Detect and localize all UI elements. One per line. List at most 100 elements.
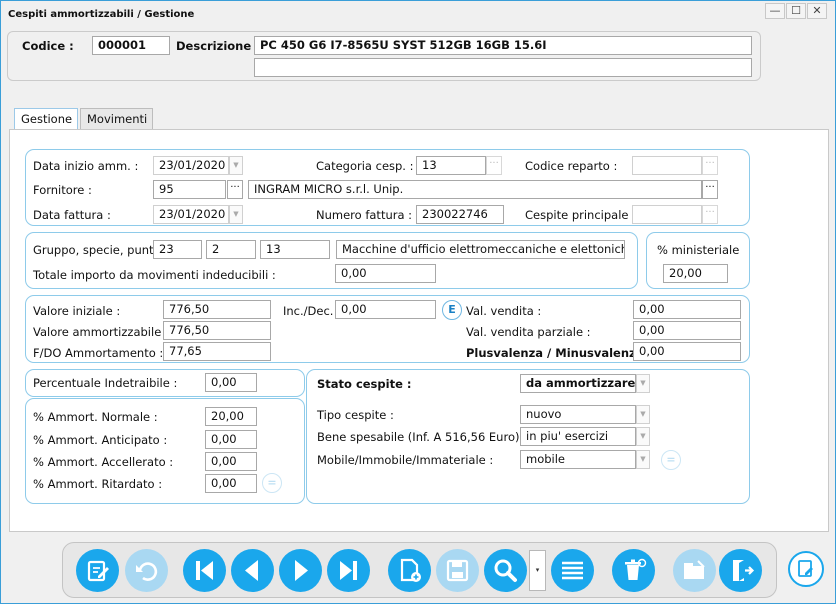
archive-button[interactable] <box>673 549 716 592</box>
last-icon <box>340 561 357 580</box>
descrizione-input-2[interactable] <box>254 58 752 77</box>
inc-dec-label: Inc./Dec. <box>283 304 334 318</box>
cespite-principale-input[interactable] <box>632 205 702 224</box>
archive-icon <box>684 560 705 579</box>
calendar-dropdown-icon[interactable]: ▼ <box>229 156 243 175</box>
codice-input[interactable]: 000001 <box>92 36 170 55</box>
tab-content-gestione: Data inizio amm. : 23/01/2020 ▼ Categori… <box>9 129 829 532</box>
last-record-button[interactable] <box>327 549 370 592</box>
perc-indetraibile-input[interactable]: 0,00 <box>205 373 257 392</box>
general-info-group: Data inizio amm. : 23/01/2020 ▼ Categori… <box>25 149 750 226</box>
previous-icon <box>245 560 258 581</box>
tab-movimenti[interactable]: Movimenti <box>80 108 153 130</box>
list-button[interactable] <box>551 549 594 592</box>
fornitore-code-input[interactable]: 95 <box>153 180 226 199</box>
chevron-down-icon[interactable]: ▼ <box>636 374 650 393</box>
next-icon <box>295 560 308 581</box>
ritardato-input[interactable]: 0,00 <box>205 474 257 493</box>
descrizione-label: Descrizione : <box>176 39 260 53</box>
ministeriale-input[interactable]: 20,00 <box>663 264 728 283</box>
close-button[interactable]: ✕ <box>807 3 827 19</box>
gruppo-input[interactable]: 23 <box>153 240 202 259</box>
tab-gestione[interactable]: Gestione <box>14 108 78 131</box>
next-record-button[interactable] <box>279 549 322 592</box>
val-vendita-parziale-label: Val. vendita parziale : <box>466 325 591 339</box>
stato-cespite-select[interactable]: da ammortizzare <box>520 374 636 393</box>
undo-icon <box>136 562 158 581</box>
chevron-down-icon[interactable]: ▼ <box>636 450 650 469</box>
bene-spesabile-select[interactable]: in piu' esercizi <box>520 427 636 446</box>
search-button[interactable] <box>484 549 527 592</box>
inc-dec-input[interactable]: 0,00 <box>335 300 436 319</box>
normale-input[interactable]: 20,00 <box>205 407 257 426</box>
chevron-down-icon[interactable]: ▼ <box>636 427 650 446</box>
edit-button[interactable] <box>76 549 119 592</box>
data-inizio-input[interactable]: 23/01/2020 <box>153 156 229 175</box>
previous-record-button[interactable] <box>231 549 274 592</box>
ministeriale-group: % ministeriale 20,00 <box>646 232 750 289</box>
codice-label: Codice : <box>22 39 74 53</box>
codice-reparto-lookup-button[interactable]: ··· <box>702 156 718 175</box>
edit-document-icon <box>798 560 813 577</box>
fdo-ammortamento-input[interactable]: 77,65 <box>163 342 271 361</box>
specie-input[interactable]: 2 <box>206 240 256 259</box>
fornitore-lookup-button[interactable]: ··· <box>227 180 243 199</box>
categoria-label: Categoria cesp. : <box>316 159 414 173</box>
undo-button[interactable] <box>125 549 168 592</box>
maximize-button[interactable]: ☐ <box>786 3 806 19</box>
delete-icon <box>625 558 647 580</box>
gruppo-descrizione-input[interactable]: Macchine d'ufficio elettromeccaniche e e… <box>336 240 625 259</box>
cespite-principale-lookup-button[interactable]: ··· <box>702 205 718 224</box>
perc-indetraibile-label: Percentuale Indetraibile : <box>33 376 178 390</box>
val-vendita-input[interactable]: 0,00 <box>633 300 741 319</box>
stato-equal-button[interactable]: = <box>661 450 681 470</box>
ritardato-label: % Ammort. Ritardato : <box>33 477 163 491</box>
tipo-cespite-label: Tipo cespite : <box>317 408 394 422</box>
codice-reparto-input[interactable] <box>632 156 702 175</box>
delete-button[interactable] <box>612 549 655 592</box>
categoria-lookup-button[interactable]: ··· <box>486 156 502 175</box>
gruppo-label: Gruppo, specie, punto <box>33 243 161 257</box>
search-dropdown-button[interactable]: ▾ <box>529 550 546 591</box>
chevron-down-icon[interactable]: ▼ <box>636 405 650 424</box>
mobile-label: Mobile/Immobile/Immateriale : <box>317 453 494 467</box>
exit-icon <box>733 560 755 581</box>
cespite-principale-label: Cespite principale : <box>525 208 637 222</box>
data-fattura-label: Data fattura : <box>33 208 111 222</box>
minimize-button[interactable]: — <box>765 3 785 19</box>
first-icon <box>196 561 213 580</box>
totale-input[interactable]: 0,00 <box>335 264 436 283</box>
valore-iniziale-input[interactable]: 776,50 <box>163 300 271 319</box>
list-icon <box>562 561 583 580</box>
fornitore-name-input[interactable]: INGRAM MICRO s.r.l. Unip. <box>248 180 702 199</box>
new-document-icon <box>400 558 421 582</box>
percentuali-equal-button[interactable]: = <box>262 473 282 493</box>
plusvalenza-input[interactable]: 0,00 <box>633 342 741 361</box>
e-button[interactable]: E <box>442 300 462 320</box>
first-record-button[interactable] <box>183 549 226 592</box>
stato-cespite-label: Stato cespite : <box>317 377 412 391</box>
totale-label: Totale importo da movimenti indeducibili… <box>33 268 276 282</box>
categoria-input[interactable]: 13 <box>416 156 486 175</box>
punto-input[interactable]: 13 <box>260 240 330 259</box>
search-icon <box>494 559 517 582</box>
anticipato-input[interactable]: 0,00 <box>205 430 257 449</box>
new-document-button[interactable] <box>388 549 431 592</box>
save-button[interactable] <box>436 549 479 592</box>
descrizione-input[interactable]: PC 450 G6 I7-8565U SYST 512GB 16GB 15.6I <box>254 36 752 55</box>
accellerato-input[interactable]: 0,00 <box>205 452 257 471</box>
mobile-select[interactable]: mobile <box>520 450 636 469</box>
normale-label: % Ammort. Normale : <box>33 410 158 424</box>
valore-iniziale-label: Valore iniziale : <box>33 304 121 318</box>
valore-ammortizzabile-input[interactable]: 776,50 <box>163 321 271 340</box>
data-fattura-input[interactable]: 23/01/2020 <box>153 205 229 224</box>
calendar-dropdown-icon[interactable]: ▼ <box>229 205 243 224</box>
fornitore-label: Fornitore : <box>33 183 92 197</box>
exit-button[interactable] <box>719 549 762 592</box>
tipo-cespite-select[interactable]: nuovo <box>520 405 636 424</box>
side-action-button[interactable] <box>788 551 824 587</box>
fornitore-name-lookup-button[interactable]: ··· <box>702 180 718 199</box>
numero-fattura-input[interactable]: 230022746 <box>416 205 504 224</box>
fdo-ammortamento-label: F/DO Ammortamento : <box>33 346 164 360</box>
val-vendita-parziale-input[interactable]: 0,00 <box>633 321 741 340</box>
